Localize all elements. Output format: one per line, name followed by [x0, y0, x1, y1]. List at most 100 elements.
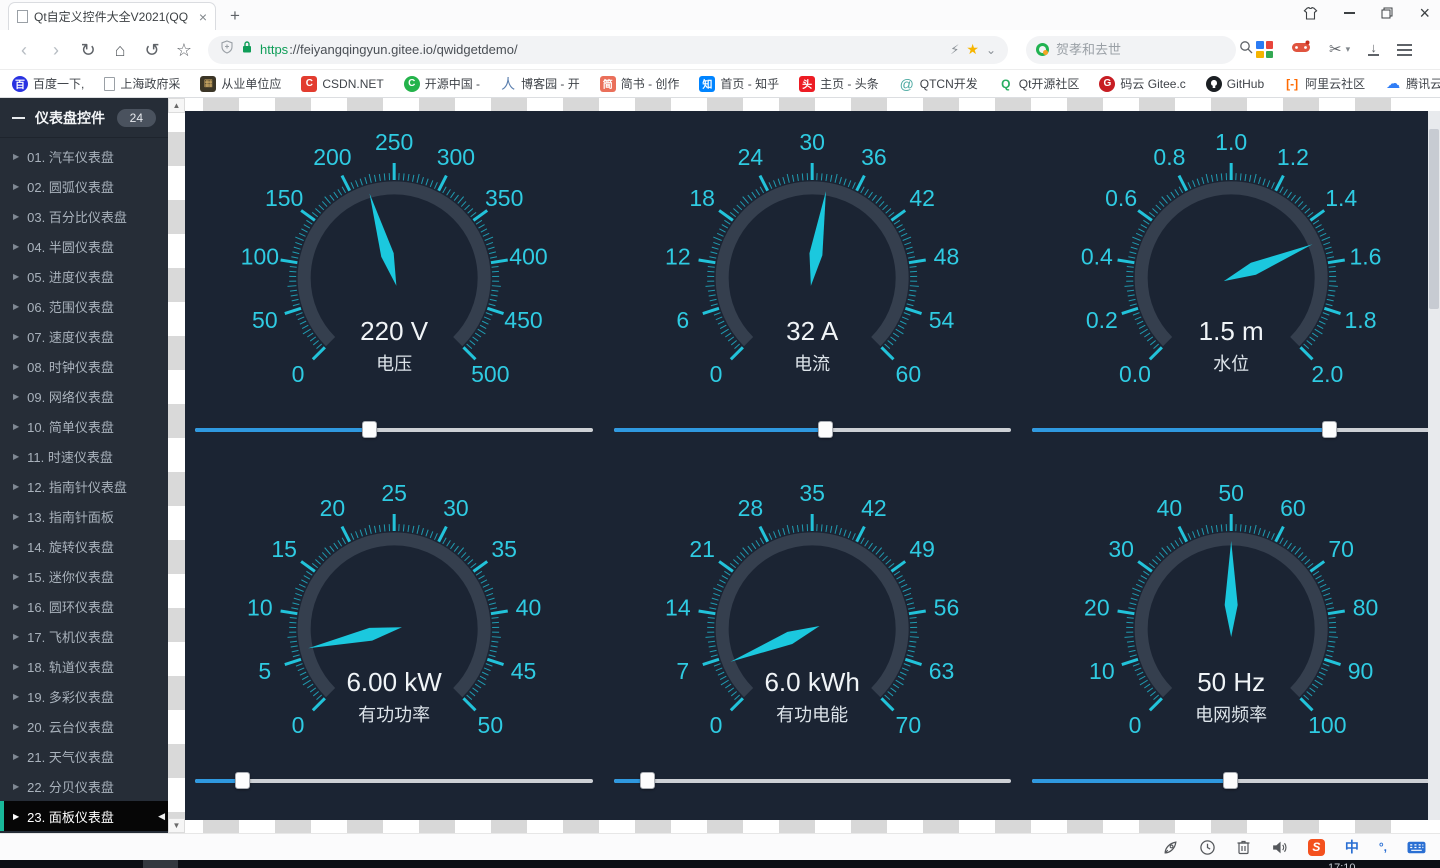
- bookmark-item[interactable]: [-]阿里云社区: [1284, 75, 1365, 92]
- reload-icon[interactable]: ↻: [74, 41, 102, 59]
- slider-handle[interactable]: [818, 421, 833, 438]
- chevron-down-icon[interactable]: ⌄: [986, 43, 996, 57]
- new-tab-button[interactable]: +: [230, 6, 240, 26]
- sidebar-item-17[interactable]: ▶17. 飞机仪表盘: [0, 621, 168, 651]
- rocket-icon[interactable]: [1162, 839, 1179, 856]
- sidebar-item-12[interactable]: ▶12. 指南针仪表盘: [0, 471, 168, 501]
- bookmark-item[interactable]: GitHub: [1206, 76, 1264, 92]
- slider-handle[interactable]: [1322, 421, 1337, 438]
- apps-grid-icon[interactable]: [1256, 41, 1273, 58]
- slider-handle[interactable]: [1223, 772, 1238, 789]
- favorite-star-icon[interactable]: ☆: [170, 41, 198, 59]
- sidebar-item-11[interactable]: ▶11. 时速仪表盘: [0, 441, 168, 471]
- scrollbar-thumb[interactable]: [1429, 129, 1439, 309]
- home-icon[interactable]: ⌂: [106, 41, 134, 59]
- scroll-down-icon[interactable]: ▼: [168, 818, 185, 833]
- search-icon[interactable]: [1239, 40, 1253, 59]
- taskbar-app-button[interactable]: [143, 860, 178, 868]
- sidebar-item-06[interactable]: ▶06. 范围仪表盘: [0, 291, 168, 321]
- slider-track[interactable]: [614, 779, 1011, 783]
- sidebar-item-16[interactable]: ▶16. 圆环仪表盘: [0, 591, 168, 621]
- history-icon[interactable]: [1199, 839, 1216, 856]
- bookmark-item[interactable]: 百百度一下,: [12, 75, 84, 92]
- sidebar-item-20[interactable]: ▶20. 云台仪表盘: [0, 711, 168, 741]
- browser-tab[interactable]: Qt自定义控件大全V2021(QQ ×: [8, 2, 216, 30]
- sidebar-item-04[interactable]: ▶04. 半圆仪表盘: [0, 231, 168, 261]
- slider-handle[interactable]: [235, 772, 250, 789]
- slider-handle[interactable]: [640, 772, 655, 789]
- sidebar-item-15[interactable]: ▶15. 迷你仪表盘: [0, 561, 168, 591]
- forward-icon[interactable]: ›: [42, 41, 70, 59]
- address-bar[interactable]: https ://feiyangqingyun.gitee.io/qwidget…: [208, 36, 1008, 64]
- gauge-tick-label: 45: [511, 658, 537, 684]
- game-center-icon[interactable]: [1291, 40, 1311, 59]
- sidebar-item-22[interactable]: ▶22. 分贝仪表盘: [0, 771, 168, 801]
- sidebar-item-18[interactable]: ▶18. 轨道仪表盘: [0, 651, 168, 681]
- sidebar-header[interactable]: 仪表盘控件 24: [0, 98, 168, 138]
- back-icon[interactable]: ‹: [10, 41, 38, 59]
- sidebar-item-19[interactable]: ▶19. 多彩仪表盘: [0, 681, 168, 711]
- bookmark-item[interactable]: G码云 Gitee.c: [1099, 75, 1185, 92]
- sidebar-item-13[interactable]: ▶13. 指南针面板: [0, 501, 168, 531]
- search-box[interactable]: [1026, 36, 1236, 64]
- bookmark-item[interactable]: QQt开源社区: [998, 75, 1080, 92]
- scroll-up-icon[interactable]: ▲: [168, 98, 185, 113]
- bookmark-item[interactable]: 知首页 - 知乎: [699, 75, 779, 92]
- sidebar-item-01[interactable]: ▶01. 汽车仪表盘: [0, 141, 168, 171]
- bookmark-star-icon[interactable]: ★: [966, 41, 979, 58]
- flash-icon[interactable]: ⚡: [950, 42, 959, 58]
- sidebar-item-07[interactable]: ▶07. 速度仪表盘: [0, 321, 168, 351]
- ime-language-icon[interactable]: 中: [1345, 837, 1359, 857]
- gauge-tick-label: 40: [1156, 495, 1182, 521]
- minimize-button[interactable]: [1344, 12, 1355, 14]
- sidebar-item-05[interactable]: ▶05. 进度仪表盘: [0, 261, 168, 291]
- sidebar-item-10[interactable]: ▶10. 简单仪表盘: [0, 411, 168, 441]
- gauge-slider-water-level[interactable]: [1032, 421, 1429, 439]
- download-icon[interactable]: ↓: [1368, 43, 1379, 56]
- gauge-slider-active-energy[interactable]: [614, 772, 1011, 790]
- ime-punctuation-icon[interactable]: °,: [1379, 840, 1387, 854]
- sogou-ime-icon[interactable]: S: [1308, 839, 1325, 856]
- collapse-icon[interactable]: [12, 117, 25, 119]
- trash-icon[interactable]: [1236, 839, 1251, 855]
- sidebar-scrollbar[interactable]: ▲ ▼: [168, 98, 185, 833]
- screenshot-scissors-icon[interactable]: ✂: [1329, 40, 1342, 59]
- slider-handle[interactable]: [362, 421, 377, 438]
- skin-theme-icon[interactable]: [1303, 7, 1318, 20]
- bookmark-item[interactable]: ▦从业单位应: [200, 75, 281, 92]
- sidebar-item-23[interactable]: ▶23. 面板仪表盘◀: [0, 801, 168, 831]
- slider-track[interactable]: [1032, 428, 1429, 432]
- sidebar-item-09[interactable]: ▶09. 网络仪表盘: [0, 381, 168, 411]
- slider-track[interactable]: [614, 428, 1011, 432]
- undo-icon[interactable]: ↺: [138, 41, 166, 59]
- sidebar-item-21[interactable]: ▶21. 天气仪表盘: [0, 741, 168, 771]
- keyboard-icon[interactable]: [1407, 841, 1426, 854]
- menu-icon[interactable]: [1397, 44, 1412, 56]
- bookmark-item[interactable]: ☁腾讯云社区: [1385, 75, 1440, 92]
- slider-track[interactable]: [195, 779, 592, 783]
- search-input[interactable]: [1056, 42, 1232, 57]
- volume-icon[interactable]: [1271, 840, 1288, 855]
- gauge-cell-current: 0612182430364248546032 A电流: [603, 113, 1021, 463]
- page-scrollbar[interactable]: [1428, 111, 1440, 820]
- bookmark-item[interactable]: 简简书 - 创作: [600, 75, 680, 92]
- gauge-slider-grid-frequency[interactable]: [1032, 772, 1429, 790]
- tab-close-icon[interactable]: ×: [199, 10, 207, 24]
- sidebar-item-02[interactable]: ▶02. 圆弧仪表盘: [0, 171, 168, 201]
- restore-button[interactable]: [1381, 7, 1393, 19]
- bookmark-item[interactable]: CCSDN.NET: [301, 76, 383, 92]
- gauge-slider-active-power[interactable]: [195, 772, 592, 790]
- sidebar-item-14[interactable]: ▶14. 旋转仪表盘: [0, 531, 168, 561]
- sidebar-item-08[interactable]: ▶08. 时钟仪表盘: [0, 351, 168, 381]
- sidebar-item-03[interactable]: ▶03. 百分比仪表盘: [0, 201, 168, 231]
- bookmark-item[interactable]: C开源中国 -: [404, 75, 480, 92]
- scissors-dropdown-icon[interactable]: ▾: [1346, 44, 1351, 55]
- bookmark-item[interactable]: @QTCN开发: [899, 75, 978, 92]
- gauge-slider-voltage[interactable]: [195, 421, 592, 439]
- bookmark-item[interactable]: 人博客园 - 开: [500, 75, 580, 92]
- gauge-slider-current[interactable]: [614, 421, 1011, 439]
- bookmark-item[interactable]: 头主页 - 头条: [799, 75, 879, 92]
- slider-track[interactable]: [195, 428, 592, 432]
- bookmark-item[interactable]: 上海政府采: [104, 75, 180, 92]
- close-button[interactable]: ×: [1419, 4, 1430, 22]
